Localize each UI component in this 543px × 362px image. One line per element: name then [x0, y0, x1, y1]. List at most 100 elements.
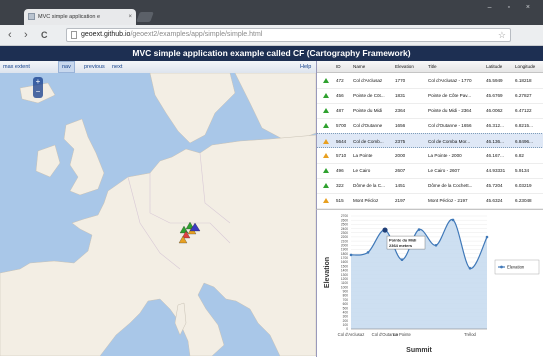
previous-button[interactable]: previous: [84, 61, 105, 73]
cell-latitude: 44.93331: [486, 168, 506, 173]
cell-name: La Pointe: [353, 153, 373, 158]
cell-longitude: 5.9134: [515, 168, 530, 173]
cell-latitude: 45.7204: [486, 183, 503, 188]
url-text: geoext.github.io/geoext2/examples/app/si…: [81, 29, 262, 41]
y-tick-label: 800: [343, 294, 349, 298]
cell-title: Pointe de Côte Pav...: [428, 93, 472, 98]
y-tick-label: 1500: [341, 264, 348, 268]
cell-name: Dôme de la C...: [353, 183, 385, 188]
marker-icon: [323, 183, 329, 188]
cell-elevation: 2607: [395, 168, 406, 173]
cell-longitude: 6.03219: [515, 183, 532, 188]
cell-longitude: 6.18218: [515, 78, 532, 83]
y-tick-label: 1000: [341, 285, 348, 289]
column-header-title[interactable]: Title: [428, 61, 437, 72]
data-point: [349, 253, 353, 257]
y-tick-label: 2600: [341, 218, 348, 222]
cell-title: Col d'Arclusaz - 1770: [428, 78, 472, 83]
cell-title: Mont Pécloz - 2197: [428, 198, 468, 203]
cell-id: 487: [336, 108, 344, 113]
y-tick-label: 1300: [341, 273, 348, 277]
column-header-id[interactable]: ID: [336, 61, 341, 72]
chart-svg: 0100200300400500600700800900100011001200…: [324, 214, 540, 354]
table-row[interactable]: 5710 La Pointe 2000 La Pointe - 2000 46.…: [317, 148, 543, 164]
page-icon: [71, 31, 77, 39]
browser-toolbar: ‹ › C geoext.github.io/geoext2/examples/…: [0, 25, 543, 65]
cell-name: Le Cairo: [353, 168, 371, 173]
tab-close-icon[interactable]: ×: [128, 9, 132, 25]
y-tick-label: 600: [343, 302, 349, 306]
zoom-in-button[interactable]: +: [33, 77, 43, 87]
browser-tab[interactable]: MVC simple application e ×: [24, 9, 136, 25]
cell-id: 5644: [336, 139, 347, 144]
x-tick-label: Trélod: [464, 332, 476, 337]
cell-title: Pointe du Midi - 2364: [428, 108, 472, 113]
y-tick-label: 2100: [341, 239, 348, 243]
y-tick-label: 2300: [341, 231, 348, 235]
max-extent-button[interactable]: max extent: [3, 61, 30, 73]
zoom-out-button[interactable]: −: [33, 87, 43, 97]
summits-grid: ID Name Elevation Title Latitude Longitu…: [316, 61, 543, 209]
column-header-elevation[interactable]: Elevation: [395, 61, 414, 72]
cell-title: La Pointe - 2000: [428, 153, 462, 158]
y-tick-label: 2400: [341, 227, 348, 231]
column-header-name[interactable]: Name: [353, 61, 365, 72]
legend-label: Elevation: [507, 265, 525, 270]
tab-title: MVC simple application e: [38, 14, 101, 20]
cell-elevation: 2000: [395, 153, 406, 158]
map-panel[interactable]: + −: [0, 73, 316, 356]
cell-latitude: 45.5949: [486, 78, 503, 83]
cell-title: Le Cairo - 2607: [428, 168, 460, 173]
back-button[interactable]: ‹: [8, 28, 12, 42]
data-point: [451, 218, 455, 222]
url-host: geoext.github.io: [81, 31, 131, 38]
nav-button[interactable]: nav: [58, 61, 75, 73]
y-tick-label: 1200: [341, 277, 348, 281]
x-tick-label: La Pointe: [393, 332, 411, 337]
y-tick-label: 1800: [341, 252, 348, 256]
y-tick-label: 300: [343, 315, 349, 319]
window-controls[interactable]: – ▫ ×: [488, 4, 537, 11]
cell-latitude: 46.0062: [486, 108, 503, 113]
x-axis-title: Summit: [406, 347, 432, 354]
new-tab-button[interactable]: [136, 12, 154, 22]
cell-name: Pointe du Midi: [353, 108, 383, 113]
table-row[interactable]: 487 Pointe du Midi 2364 Pointe du Midi -…: [317, 103, 543, 119]
url-path: /geoext2/examples/app/simple/simple.html: [130, 31, 263, 38]
table-row[interactable]: 456 Pointe de Cöt... 1831 Pointe de Côte…: [317, 88, 543, 104]
browser-window: MVC simple application e × – ▫ × ‹ › C g…: [0, 0, 543, 357]
address-bar[interactable]: geoext.github.io/geoext2/examples/app/si…: [66, 28, 511, 42]
app-title: MVC simple application example called CF…: [0, 46, 543, 61]
reload-button[interactable]: C: [41, 28, 48, 42]
cell-elevation: 1451: [395, 183, 406, 188]
bookmark-star-icon[interactable]: ☆: [498, 29, 506, 41]
forward-button[interactable]: ›: [24, 28, 28, 42]
cell-id: 456: [336, 93, 344, 98]
column-header-longitude[interactable]: Longitude: [515, 61, 535, 72]
marker-icon: [323, 123, 329, 128]
cell-elevation: 2197: [395, 198, 406, 203]
cell-elevation: 2364: [395, 108, 406, 113]
table-row[interactable]: 496 Le Cairo 2607 Le Cairo - 2607 44.933…: [317, 163, 543, 179]
marker-icon: [323, 108, 329, 113]
y-tick-label: 400: [343, 310, 349, 314]
y-tick-label: 1100: [341, 281, 348, 285]
cell-latitude: 46.312...: [486, 123, 504, 128]
next-button[interactable]: next: [112, 61, 122, 73]
cell-latitude: 45.6324: [486, 198, 503, 203]
table-row[interactable]: 322 Dôme de la C... 1451 Dôme de la Coch…: [317, 178, 543, 194]
column-header-latitude[interactable]: Latitude: [486, 61, 502, 72]
table-row[interactable]: 5700 Col d'Outanne 1656 Col d'Outanne - …: [317, 118, 543, 134]
cell-elevation: 2375: [395, 139, 406, 144]
help-button[interactable]: Help: [300, 61, 311, 73]
cell-name: Mont Pécloz: [353, 198, 379, 203]
cell-latitude: 46.167...: [486, 153, 504, 158]
table-row[interactable]: 515 Mont Pécloz 2197 Mont Pécloz - 2197 …: [317, 193, 543, 209]
y-tick-label: 2200: [341, 235, 348, 239]
table-row-selected[interactable]: 5644 Col de Comb... 2375 Col de Comba Mo…: [317, 133, 543, 148]
table-row[interactable]: 472 Col d'Arclusaz 1770 Col d'Arclusaz -…: [317, 73, 543, 89]
browser-titlebar: MVC simple application e × – ▫ ×: [0, 0, 543, 25]
marker-icon: [323, 198, 329, 203]
zoom-control: + −: [33, 77, 43, 98]
data-point: [366, 251, 370, 254]
